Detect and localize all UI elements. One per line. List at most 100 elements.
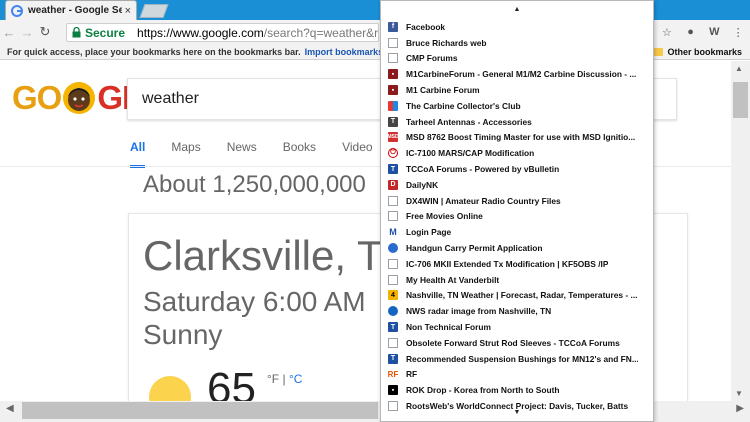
- bookmark-label: Obsolete Forward Strut Rod Sleeves - TCC…: [406, 337, 620, 348]
- bookmark-item[interactable]: ⏻ IC-7100 MARS/CAP Modification: [381, 145, 653, 161]
- page-icon: [388, 274, 398, 285]
- page-icon: [388, 195, 398, 206]
- bookmark-label: TCCoA Forums - Powered by vBulletin: [406, 164, 560, 175]
- tarheel-icon: T: [388, 116, 398, 127]
- bookmark-item[interactable]: IC-706 MKII Extended Tx Modification | K…: [381, 256, 653, 272]
- sunny-icon: [149, 376, 191, 401]
- scroll-up-icon[interactable]: ▲: [735, 64, 743, 73]
- bookmark-label: MSD 8762 Boost Timing Master for use wit…: [406, 132, 636, 143]
- bookmark-item[interactable]: NWS radar image from Nashville, TN: [381, 303, 653, 319]
- bookmark-label: My Health At Vanderbilt: [406, 274, 500, 285]
- page-icon: [388, 337, 398, 348]
- celsius-toggle[interactable]: °C: [289, 372, 302, 386]
- address-bar[interactable]: Secure https://www.google.com/search?q=w…: [66, 23, 379, 42]
- tab-close-icon[interactable]: ×: [125, 5, 131, 17]
- bookmark-item[interactable]: ▪ ROK Drop - Korea from North to South: [381, 382, 653, 398]
- unit-separator: |: [279, 372, 289, 386]
- chrome-menu-icon[interactable]: ⋮: [731, 26, 745, 39]
- bookmark-item[interactable]: The Carbine Collector's Club: [381, 98, 653, 114]
- bookmark-label: Nashville, TN Weather | Forecast, Radar,…: [406, 290, 638, 301]
- bookmarks-menu-list: f Facebook Bruce Richards web CMP Forums ▪ M1…: [381, 19, 653, 414]
- bookmark-label: Login Page: [406, 227, 452, 238]
- bookmark-item[interactable]: 4 Nashville, TN Weather | Forecast, Radar…: [381, 288, 653, 304]
- google-favicon-icon: [11, 4, 23, 17]
- bookmark-label: Facebook: [406, 21, 446, 32]
- reload-icon[interactable]: ↻: [36, 24, 54, 40]
- rok-icon: ▪: [388, 385, 398, 396]
- other-bookmarks-button[interactable]: Other bookmarks: [652, 44, 742, 60]
- carbine-forum-icon: ▪: [388, 85, 398, 96]
- bookmark-label: M1 Carbine Forum: [406, 85, 480, 96]
- scroll-down-icon[interactable]: ▼: [735, 389, 743, 398]
- menu-scroll-up-icon[interactable]: ▲: [381, 6, 653, 13]
- tab-books[interactable]: Books: [283, 138, 316, 168]
- bookmark-item[interactable]: My Health At Vanderbilt: [381, 272, 653, 288]
- tccoa-icon: T: [388, 353, 398, 364]
- bookmark-label: RF: [406, 369, 418, 380]
- tccoa-icon: T: [388, 322, 398, 333]
- logo-text-left: GO: [12, 79, 62, 116]
- carbine-forum-icon: ▪: [388, 69, 398, 80]
- bookmark-item[interactable]: f Facebook: [381, 19, 653, 35]
- bookmark-item[interactable]: ▪ M1 Carbine Forum: [381, 82, 653, 98]
- bookmark-label: DX4WIN | Amateur Radio Country Files: [406, 195, 561, 206]
- bookmarks-menu: ▲ f Facebook Bruce Richards web CMP Forums ▪…: [380, 0, 654, 422]
- fahrenheit-toggle[interactable]: °F: [267, 372, 279, 386]
- bookmark-item[interactable]: DX4WIN | Amateur Radio Country Files: [381, 193, 653, 209]
- back-arrow-icon[interactable]: ←: [0, 25, 18, 40]
- scroll-left-icon[interactable]: ◀: [6, 403, 14, 414]
- weather-time: Saturday 6:00 AM: [143, 286, 366, 317]
- temperature-units: °F | °C: [267, 372, 302, 386]
- weather-condition: Sunny: [143, 319, 223, 350]
- bookmark-label: Bruce Richards web: [406, 37, 487, 48]
- menu-scroll-down-icon[interactable]: ▼: [381, 409, 653, 416]
- bookmark-label: IC-7100 MARS/CAP Modification: [406, 148, 535, 159]
- browser-tab[interactable]: weather - Google Searc ×: [5, 0, 137, 20]
- new-tab-button[interactable]: [139, 4, 169, 18]
- page-icon: [388, 37, 398, 48]
- tab-news[interactable]: News: [227, 138, 257, 168]
- bookmark-label: Non Technical Forum: [406, 322, 491, 333]
- bookmark-item[interactable]: M Login Page: [381, 224, 653, 240]
- horizontal-scrollbar-thumb[interactable]: [22, 402, 378, 419]
- msd-icon: MSD: [387, 132, 399, 143]
- bookmark-item[interactable]: RF RF: [381, 367, 653, 383]
- scroll-right-icon[interactable]: ▶: [736, 403, 744, 414]
- weather-temperature: 65: [207, 364, 256, 401]
- bookmark-item[interactable]: T TCCoA Forums - Powered by vBulletin: [381, 161, 653, 177]
- bookmark-item[interactable]: Bruce Richards web: [381, 35, 653, 51]
- bookmark-item[interactable]: Free Movies Online: [381, 209, 653, 225]
- bookmark-item[interactable]: D DailyNK: [381, 177, 653, 193]
- nws-icon: [388, 306, 398, 317]
- bookmark-item[interactable]: T Non Technical Forum: [381, 319, 653, 335]
- tab-all[interactable]: All: [130, 138, 146, 168]
- doodle-face-icon: [62, 81, 96, 115]
- bookmark-item[interactable]: T Tarheel Antennas - Accessories: [381, 114, 653, 130]
- bookmarks-hint: For quick access, place your bookmarks h…: [7, 46, 301, 57]
- bookmark-item[interactable]: Handgun Carry Permit Application: [381, 240, 653, 256]
- tab-videos[interactable]: Video: [342, 138, 372, 168]
- bookmark-label: Handgun Carry Permit Application: [406, 243, 543, 254]
- bookmark-item[interactable]: MSD MSD 8762 Boost Timing Master for use …: [381, 130, 653, 146]
- bookmark-item[interactable]: ▪ M1CarbineForum - General M1/M2 Carbine …: [381, 66, 653, 82]
- result-stats: About 1,250,000,000: [143, 171, 366, 198]
- page-icon: [388, 211, 398, 222]
- extension-icon[interactable]: ●: [684, 26, 698, 38]
- bookmark-label: IC-706 MKII Extended Tx Modification | K…: [406, 258, 609, 269]
- globe-icon: [388, 243, 398, 254]
- vertical-scrollbar-thumb[interactable]: [733, 82, 748, 118]
- bookmark-item[interactable]: T Recommended Suspension Bushings for MN1…: [381, 351, 653, 367]
- bookmark-label: Tarheel Antennas - Accessories: [406, 116, 532, 127]
- bookmark-item[interactable]: Obsolete Forward Strut Rod Sleeves - TCC…: [381, 335, 653, 351]
- bookmark-label: ROK Drop - Korea from North to South: [406, 385, 560, 396]
- forward-arrow-icon[interactable]: →: [18, 25, 36, 40]
- bookmark-item[interactable]: CMP Forums: [381, 51, 653, 67]
- toolbar-actions: ☆ ● W ⋮: [655, 20, 750, 44]
- star-icon[interactable]: ☆: [660, 26, 674, 39]
- extension-w-icon[interactable]: W: [707, 26, 721, 38]
- bookmark-label: Free Movies Online: [406, 211, 483, 222]
- secure-label: Secure: [85, 25, 126, 40]
- tab-maps[interactable]: Maps: [171, 138, 200, 168]
- bookmark-label: NWS radar image from Nashville, TN: [406, 306, 552, 317]
- power-icon: ⏻: [388, 148, 398, 159]
